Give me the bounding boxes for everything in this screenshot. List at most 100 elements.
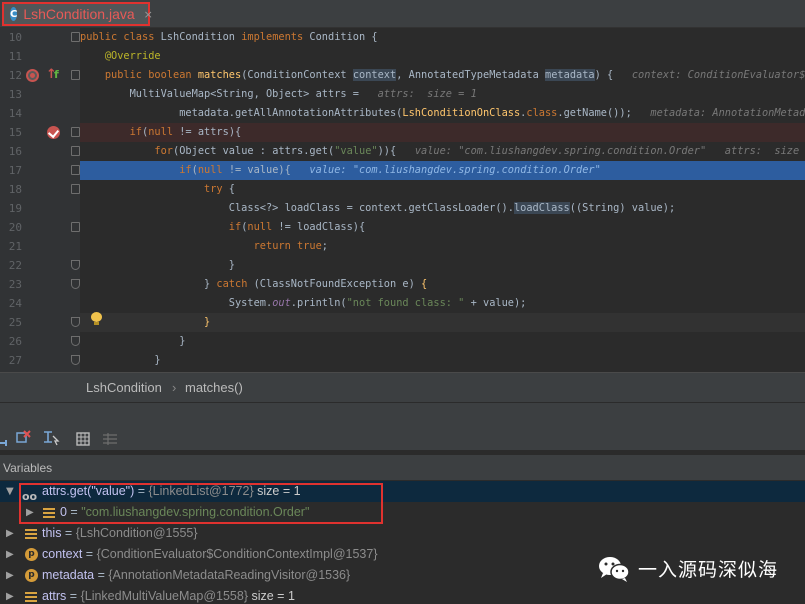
code-line: } catch (ClassNotFoundException e) { — [80, 278, 428, 290]
gutter-line[interactable]: 13 — [0, 85, 80, 104]
variable-row[interactable]: ▶ this = {LshCondition@1555} — [0, 523, 805, 544]
gutter-line[interactable]: 14 — [0, 104, 80, 123]
gutter-line[interactable]: 27 — [0, 351, 80, 370]
gutter-line[interactable]: 24 — [0, 294, 80, 313]
fold-marker-icon[interactable] — [71, 146, 80, 156]
evaluate-expression-icon[interactable] — [76, 432, 90, 448]
inline-debug-hint: attrs: size = 1 — [377, 88, 477, 100]
code-line: MultiValueMap<String, Object> attrs = at… — [80, 88, 477, 100]
fold-marker-icon[interactable] — [71, 165, 80, 175]
variable-size: size = 1 — [248, 589, 295, 603]
gutter-line[interactable]: 16 — [0, 142, 80, 161]
fold-marker-icon[interactable] — [71, 355, 80, 365]
evaluate-cursor-icon[interactable] — [42, 430, 60, 446]
code-line: return true; — [253, 240, 328, 252]
expand-down-icon[interactable]: ▼ — [6, 481, 14, 502]
gutter-line[interactable]: 25 — [0, 313, 80, 332]
gutter-line[interactable]: 15 — [0, 123, 80, 142]
fold-marker-icon[interactable] — [71, 222, 80, 232]
close-icon[interactable]: × — [144, 8, 153, 21]
inline-debug-hint: value: "com.liushangdev.spring.condition… — [309, 164, 601, 176]
drop-frame-icon[interactable] — [16, 430, 32, 446]
gutter-line[interactable]: 12 ↑ f — [0, 66, 80, 85]
local-variable-icon — [25, 592, 37, 602]
line-number: 25 — [8, 316, 22, 329]
editor-tab-bar: C LshCondition.java × — [0, 0, 805, 28]
line-number: 12 — [8, 69, 22, 82]
line-number: 13 — [8, 88, 22, 101]
gutter-line[interactable]: 10 — [0, 28, 80, 47]
fold-marker-icon[interactable] — [71, 260, 80, 270]
gutter-line[interactable]: 26 — [0, 332, 80, 351]
variable-value: {ConditionEvaluator$ConditionContextImpl… — [96, 547, 378, 561]
code-line: Class<?> loadClass = context.getClassLoa… — [80, 202, 676, 214]
variable-row[interactable]: ▶ attrs = {LinkedMultiValueMap@1558} siz… — [0, 586, 805, 604]
fold-marker-icon[interactable] — [71, 70, 80, 80]
fold-marker-icon[interactable] — [71, 279, 80, 289]
code-line: } — [80, 354, 161, 366]
line-number: 27 — [8, 354, 22, 367]
line-number: 15 — [8, 126, 22, 139]
class-file-icon: C — [10, 7, 18, 21]
current-execution-line: if(null != value){ value: "com.liushangd… — [80, 161, 805, 180]
line-number: 20 — [8, 221, 22, 234]
parameter-icon: p — [25, 548, 38, 561]
gutter-line[interactable]: 11 — [0, 47, 80, 66]
debug-toolbar — [0, 402, 805, 450]
fold-marker-icon[interactable] — [71, 32, 80, 42]
line-number: 22 — [8, 259, 22, 272]
expand-right-icon[interactable]: ▶ — [6, 586, 14, 604]
line-number: 26 — [8, 335, 22, 348]
trace-icon[interactable] — [102, 432, 118, 448]
breadcrumb: LshCondition › matches() — [0, 372, 805, 402]
line-number: 17 — [8, 164, 22, 177]
gutter-line[interactable]: 20 — [0, 218, 80, 237]
breadcrumb-method[interactable]: matches() — [185, 373, 243, 403]
watermark-text: 一入源码深似海 — [638, 559, 779, 581]
fold-marker-icon[interactable] — [71, 127, 80, 137]
gutter-line[interactable]: 18 — [0, 180, 80, 199]
variables-panel-header: Variables — [0, 454, 805, 480]
gutter-line[interactable]: 19 — [0, 199, 80, 218]
fold-marker-icon[interactable] — [71, 184, 80, 194]
variable-name: context — [42, 547, 83, 561]
gutter-line[interactable]: 23 — [0, 275, 80, 294]
expand-right-icon[interactable]: ▶ — [6, 544, 14, 565]
code-line: try { — [204, 183, 236, 195]
step-over-icon[interactable] — [0, 431, 10, 447]
line-number: 18 — [8, 183, 22, 196]
breakpoint-line: if(null != attrs){ — [80, 123, 805, 142]
variable-name: this — [42, 526, 62, 540]
breadcrumb-class[interactable]: LshCondition — [86, 373, 162, 403]
line-number: 23 — [8, 278, 22, 291]
fold-marker-icon[interactable] — [71, 317, 80, 327]
override-marker-icon: f — [54, 68, 59, 81]
expand-right-icon[interactable]: ▶ — [6, 565, 14, 586]
code-line: System.out.println("not found class: " +… — [80, 297, 527, 309]
code-line: @Override — [104, 50, 161, 62]
line-number: 10 — [8, 31, 22, 44]
line-number: 11 — [8, 50, 22, 63]
inline-debug-hint: context: ConditionEvaluator$Cond — [631, 69, 805, 81]
wechat-watermark: 一入源码深似海 — [598, 552, 798, 586]
code-line: metadata.getAllAnnotationAttributes(LshC… — [80, 104, 805, 123]
line-number: 14 — [8, 107, 22, 120]
gutter-line[interactable]: 22 — [0, 256, 80, 275]
gutter-line[interactable]: 17 — [0, 161, 80, 180]
highlight-box — [19, 483, 383, 524]
line-number: 16 — [8, 145, 22, 158]
breadcrumb-separator: › — [172, 380, 177, 395]
file-tab[interactable]: C LshCondition.java × — [2, 2, 153, 26]
fold-marker-icon[interactable] — [71, 336, 80, 346]
lightbulb-icon[interactable] — [91, 312, 102, 325]
breakpoint-icon[interactable] — [47, 126, 60, 139]
expand-right-icon[interactable]: ▶ — [6, 523, 14, 544]
inline-debug-hint: value: "com.liushangdev.spring.condition… — [414, 145, 707, 157]
gutter-line[interactable]: 21 — [0, 237, 80, 256]
line-number: 21 — [8, 240, 22, 253]
line-number: 19 — [8, 202, 22, 215]
caret-line: } — [80, 313, 805, 332]
implements-method-icon[interactable] — [26, 69, 39, 82]
code-line: public class LshCondition implements Con… — [80, 31, 378, 43]
code-editor[interactable]: public class LshCondition implements Con… — [80, 28, 805, 372]
